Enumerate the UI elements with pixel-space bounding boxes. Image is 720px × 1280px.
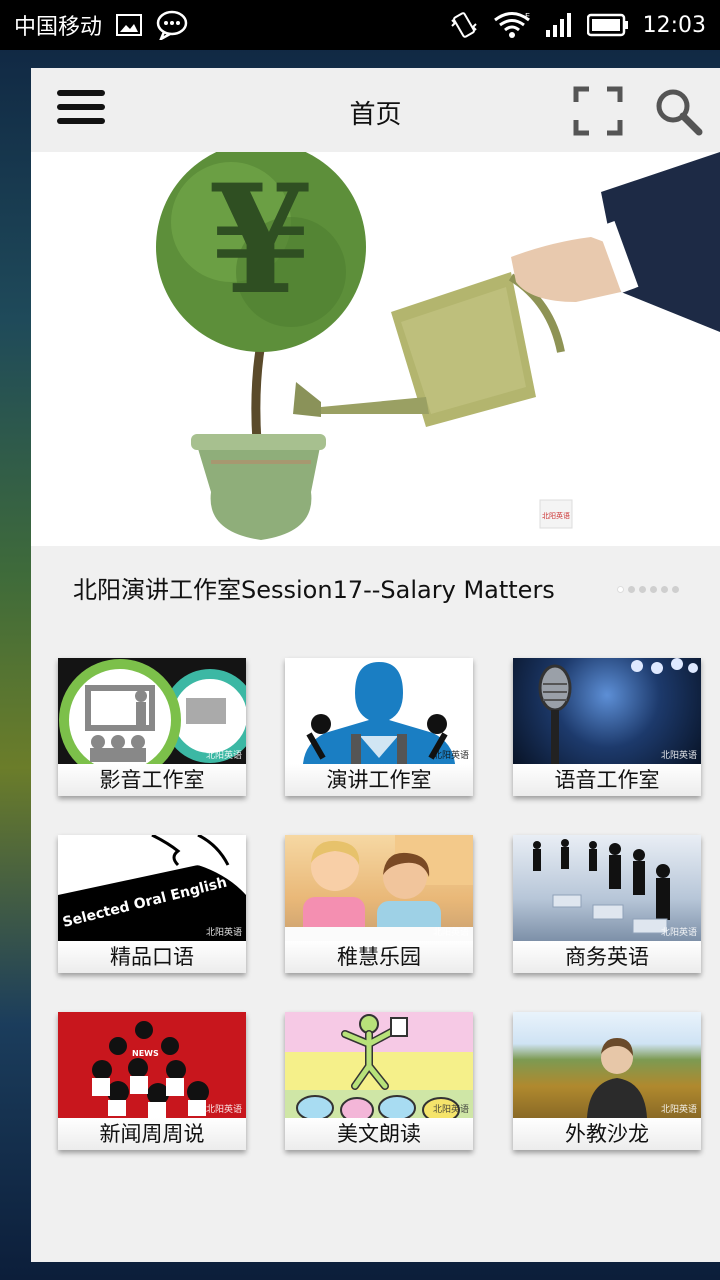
carrier-name: 中国移动 bbox=[14, 15, 103, 40]
category-label: 影音工作室 bbox=[58, 764, 246, 796]
thumbnail: 北阳英语 bbox=[285, 1012, 473, 1118]
category-tile-essay-reading[interactable]: 北阳英语 美文朗读 bbox=[285, 1012, 473, 1150]
thumbnail: Selected Oral English 北阳英语 bbox=[58, 835, 246, 941]
category-label: 新闻周周说 bbox=[58, 1118, 246, 1150]
thumbnail-watermark: 北阳英语 bbox=[660, 751, 697, 761]
thumbnail: 北阳英语 bbox=[285, 658, 473, 764]
thumbnail-watermark: 北阳英语 bbox=[205, 751, 242, 761]
category-tile-speech-studio[interactable]: 北阳英语 演讲工作室 bbox=[285, 658, 473, 796]
category-label: 演讲工作室 bbox=[285, 764, 473, 796]
category-tile-weekly-news[interactable]: NEWS 北阳英语 新闻周周说 bbox=[58, 1012, 246, 1150]
thumbnail-watermark: 北阳英语 bbox=[432, 928, 469, 938]
thumbnail-text: NEWS bbox=[132, 1049, 159, 1058]
thumbnail: 北阳英语 bbox=[513, 835, 701, 941]
category-grid: 北阳英语 影音工作室 北阳英语 演讲工作室 北阳英语 语音工作室 Selecte… bbox=[31, 68, 720, 1262]
category-label: 商务英语 bbox=[513, 941, 701, 973]
image-icon bbox=[116, 13, 143, 37]
category-tile-video-studio[interactable]: 北阳英语 影音工作室 bbox=[58, 658, 246, 796]
category-label: 语音工作室 bbox=[513, 764, 701, 796]
category-tile-voice-studio[interactable]: 北阳英语 语音工作室 bbox=[513, 658, 701, 796]
battery-icon bbox=[586, 13, 629, 37]
thumbnail: 北阳英语 bbox=[513, 1012, 701, 1118]
app-window: 首页 ¥ 北阳英语 北阳演讲工作室Session17--Salary Matte… bbox=[31, 68, 720, 1262]
thumbnail: 北阳英语 bbox=[513, 658, 701, 764]
status-bar: 中国移动 E 12:03 bbox=[0, 0, 720, 50]
signal-icon bbox=[545, 12, 573, 38]
category-tile-business-english[interactable]: 北阳英语 商务英语 bbox=[513, 835, 701, 973]
category-tile-kids-garden[interactable]: 北阳英语 稚慧乐园 bbox=[285, 835, 473, 973]
chat-icon bbox=[156, 10, 188, 40]
thumbnail: NEWS 北阳英语 bbox=[58, 1012, 246, 1118]
thumbnail: 北阳英语 bbox=[285, 835, 473, 941]
clock-time: 12:03 bbox=[642, 12, 706, 38]
vibrate-icon bbox=[449, 10, 479, 40]
category-tile-foreign-teacher-salon[interactable]: 北阳英语 外教沙龙 bbox=[513, 1012, 701, 1150]
category-tile-selected-oral[interactable]: Selected Oral English 北阳英语 精品口语 bbox=[58, 835, 246, 973]
category-label: 美文朗读 bbox=[285, 1118, 473, 1150]
svg-text:E: E bbox=[525, 12, 530, 21]
category-label: 外教沙龙 bbox=[513, 1118, 701, 1150]
thumbnail-watermark: 北阳英语 bbox=[205, 1105, 242, 1115]
thumbnail: 北阳英语 bbox=[58, 658, 246, 764]
thumbnail-watermark: 北阳英语 bbox=[660, 1105, 697, 1115]
thumbnail-watermark: 北阳英语 bbox=[205, 928, 242, 938]
thumbnail-watermark: 北阳英语 bbox=[432, 751, 469, 761]
thumbnail-watermark: 北阳英语 bbox=[660, 928, 697, 938]
category-label: 稚慧乐园 bbox=[285, 941, 473, 973]
thumbnail-watermark: 北阳英语 bbox=[432, 1105, 469, 1115]
category-label: 精品口语 bbox=[58, 941, 246, 973]
wifi-icon: E bbox=[493, 11, 531, 39]
